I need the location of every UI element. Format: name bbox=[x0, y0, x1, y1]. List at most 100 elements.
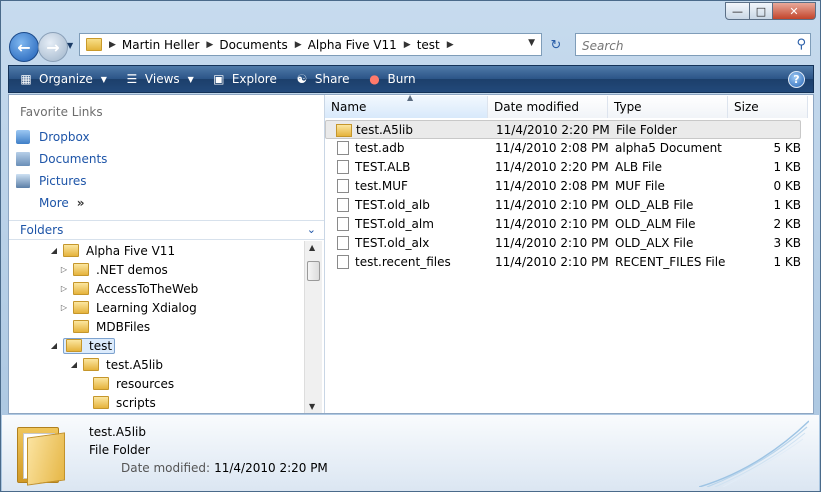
tree-item-net-demos[interactable]: ▷ .NET demos bbox=[59, 260, 168, 279]
minimize-button[interactable]: — bbox=[725, 2, 750, 20]
more-links-button[interactable]: More » bbox=[39, 193, 85, 213]
folder-icon bbox=[63, 244, 79, 257]
search-icon[interactable]: ⚲ bbox=[796, 37, 806, 52]
favorite-link-documents[interactable]: Documents bbox=[16, 149, 107, 169]
organize-button[interactable]: ▦ Organize ▼ bbox=[19, 72, 107, 86]
column-header-type[interactable]: Type bbox=[608, 96, 728, 118]
organize-label: Organize bbox=[39, 72, 93, 86]
forward-button[interactable]: → bbox=[38, 32, 68, 62]
tree-item-learning-xdialog[interactable]: ▷ Learning Xdialog bbox=[59, 298, 197, 317]
table-row[interactable]: test.A5lib 11/4/2010 2:20 PM File Folder bbox=[325, 120, 801, 139]
tree-item-test[interactable]: ◢ test bbox=[49, 336, 116, 355]
scroll-down-arrow-icon[interactable]: ▼ bbox=[309, 402, 315, 411]
breadcrumb-alpha-five[interactable]: Alpha Five V11 bbox=[308, 38, 397, 52]
table-row[interactable]: TEST.old_alb 11/4/2010 2:10 PM OLD_ALB F… bbox=[325, 196, 801, 215]
table-row[interactable]: TEST.old_alx 11/4/2010 2:10 PM OLD_ALX F… bbox=[325, 234, 801, 253]
burn-disc-icon: ● bbox=[369, 72, 380, 86]
folder-icon bbox=[93, 396, 109, 409]
table-row[interactable]: TEST.old_alm 11/4/2010 2:10 PM OLD_ALM F… bbox=[325, 215, 801, 234]
close-button[interactable]: ✕ bbox=[772, 2, 816, 20]
tree-item-scripts[interactable]: scripts bbox=[93, 393, 156, 412]
expanded-arrow-icon[interactable]: ◢ bbox=[69, 360, 79, 369]
file-type: RECENT_FILES File bbox=[615, 255, 726, 269]
burn-label: Burn bbox=[387, 72, 416, 86]
breadcrumb-test[interactable]: test bbox=[417, 38, 440, 52]
tree-item-access-to-the-web[interactable]: ▷ AccessToTheWeb bbox=[59, 279, 198, 298]
tree-item-resources[interactable]: resources bbox=[93, 374, 174, 393]
recent-pages-dropdown-icon[interactable]: ▼ bbox=[67, 41, 73, 50]
tree-item-label: Learning Xdialog bbox=[96, 300, 197, 315]
share-label: Share bbox=[314, 72, 350, 86]
tree-scrollbar[interactable]: ▲ ▼ bbox=[304, 241, 322, 413]
file-type: MUF File bbox=[615, 179, 665, 193]
help-icon[interactable]: ? bbox=[788, 71, 805, 88]
share-button[interactable]: ☯ Share bbox=[295, 72, 350, 86]
address-bar[interactable]: ▶ Martin Heller ▶ Documents ▶ Alpha Five… bbox=[79, 33, 542, 56]
large-folder-icon bbox=[17, 423, 65, 486]
explorer-window: — □ ✕ ← → ▼ ▶ Martin Heller ▶ Documents … bbox=[0, 0, 821, 492]
expanded-arrow-icon[interactable]: ◢ bbox=[49, 246, 59, 255]
file-name: TEST.old_alx bbox=[355, 236, 430, 250]
tree-item-alpha-five[interactable]: ◢ Alpha Five V11 bbox=[49, 241, 175, 260]
address-dropdown-icon[interactable]: ▼ bbox=[528, 38, 535, 48]
maximize-icon: □ bbox=[755, 4, 767, 18]
file-list: Name ▲ Date modified Type Size test.A5li… bbox=[325, 93, 813, 413]
favorite-link-label: Dropbox bbox=[39, 130, 90, 144]
burn-button[interactable]: ● Burn bbox=[367, 72, 415, 86]
folder-icon bbox=[86, 38, 102, 51]
back-button[interactable]: ← bbox=[9, 32, 39, 62]
tree-item-label: test.A5lib bbox=[106, 357, 163, 372]
refresh-button[interactable]: ↻ bbox=[545, 35, 567, 55]
table-row[interactable]: test.MUF 11/4/2010 2:08 PM MUF File 0 KB bbox=[325, 177, 801, 196]
views-button[interactable]: ☰ Views ▼ bbox=[125, 72, 194, 86]
search-box[interactable]: ⚲ bbox=[575, 33, 811, 56]
chevron-down-icon: ▼ bbox=[187, 74, 194, 84]
maximize-button[interactable]: □ bbox=[749, 2, 773, 20]
collapsed-arrow-icon[interactable]: ▷ bbox=[59, 265, 69, 274]
folders-header[interactable]: Folders ⌄ bbox=[9, 220, 324, 240]
file-icon bbox=[337, 141, 349, 155]
tree-item-label: AccessToTheWeb bbox=[96, 281, 199, 296]
favorite-link-label: Pictures bbox=[39, 174, 87, 188]
collapsed-arrow-icon[interactable]: ▷ bbox=[59, 284, 69, 293]
file-date: 11/4/2010 2:10 PM bbox=[495, 255, 609, 269]
table-row[interactable]: test.adb 11/4/2010 2:08 PM alpha5 Docume… bbox=[325, 139, 801, 158]
breadcrumb-separator-icon[interactable]: ▶ bbox=[109, 40, 116, 50]
table-row[interactable]: TEST.ALB 11/4/2010 2:20 PM ALB File 1 KB bbox=[325, 158, 801, 177]
details-pane: test.A5lib File Folder Date modified: 11/… bbox=[2, 415, 819, 491]
chevron-down-icon: ▼ bbox=[100, 74, 107, 84]
explore-button[interactable]: ▣ Explore bbox=[212, 72, 277, 86]
file-name: test.adb bbox=[355, 141, 405, 155]
breadcrumb-separator-icon[interactable]: ▶ bbox=[447, 40, 454, 50]
file-date: 11/4/2010 2:20 PM bbox=[496, 123, 610, 137]
breadcrumb-separator-icon[interactable]: ▶ bbox=[404, 40, 411, 50]
favorite-link-dropbox[interactable]: Dropbox bbox=[16, 127, 90, 147]
double-chevron-right-icon: » bbox=[76, 196, 85, 210]
tree-item-test-a5lib[interactable]: ◢ test.A5lib bbox=[69, 355, 163, 374]
breadcrumb-documents[interactable]: Documents bbox=[219, 38, 287, 52]
favorite-links-header: Favorite Links bbox=[20, 105, 103, 119]
scroll-up-arrow-icon[interactable]: ▲ bbox=[309, 243, 315, 252]
folder-icon bbox=[73, 282, 89, 295]
column-header-date-modified[interactable]: Date modified bbox=[488, 96, 608, 118]
folder-icon bbox=[73, 301, 89, 314]
breadcrumb-martin-heller[interactable]: Martin Heller bbox=[122, 38, 200, 52]
expanded-arrow-icon[interactable]: ◢ bbox=[49, 341, 59, 350]
scrollbar-thumb[interactable] bbox=[307, 261, 320, 281]
file-date: 11/4/2010 2:10 PM bbox=[495, 198, 609, 212]
command-toolbar: ▦ Organize ▼ ☰ Views ▼ ▣ Explore ☯ Share… bbox=[8, 65, 814, 93]
tree-item-mdbfiles[interactable]: MDBFiles bbox=[73, 317, 150, 336]
breadcrumb-separator-icon[interactable]: ▶ bbox=[206, 40, 213, 50]
breadcrumb-separator-icon[interactable]: ▶ bbox=[295, 40, 302, 50]
favorite-link-label: Documents bbox=[39, 152, 108, 166]
table-row[interactable]: test.recent_files 11/4/2010 2:10 PM RECE… bbox=[325, 253, 801, 272]
details-date-label: Date modified: bbox=[121, 461, 211, 475]
search-input[interactable] bbox=[580, 35, 784, 56]
column-header-name[interactable]: Name ▲ bbox=[325, 93, 488, 118]
collapsed-arrow-icon[interactable]: ▷ bbox=[59, 303, 69, 312]
favorite-link-pictures[interactable]: Pictures bbox=[16, 171, 87, 191]
column-header-size[interactable]: Size bbox=[728, 96, 808, 118]
minimize-icon: — bbox=[732, 4, 743, 18]
folders-label: Folders bbox=[20, 223, 64, 237]
file-size: 1 KB bbox=[773, 255, 801, 269]
